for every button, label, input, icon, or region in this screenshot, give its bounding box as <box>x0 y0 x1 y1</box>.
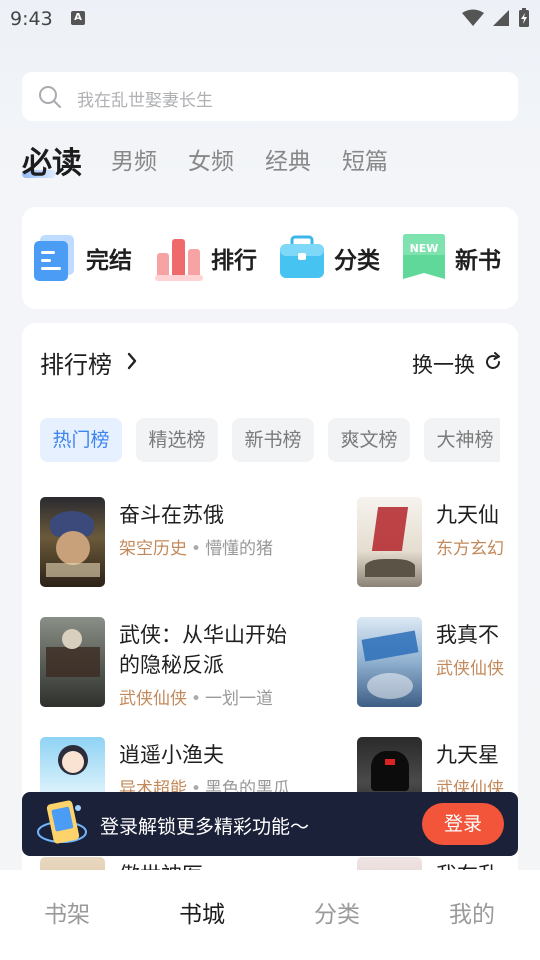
nav-category[interactable]: 分类 <box>314 895 360 929</box>
book-title-line2: 的隐秘反派 <box>119 653 224 677</box>
tab-male[interactable]: 男频 <box>111 142 157 176</box>
book-meta: 武侠仙侠 <box>436 654 504 679</box>
book-title: 逍遥小渔夫 <box>119 743 224 767</box>
refresh-icon[interactable] <box>483 352 503 372</box>
login-banner: 登录解锁更多精彩功能～ 登录 <box>22 792 518 856</box>
book-meta: 架空历史 • 懵懂的猪 <box>119 539 274 559</box>
swap-button[interactable]: 换一换 <box>412 349 475 379</box>
book-title: 九天仙 <box>436 503 499 527</box>
book-meta: 武侠仙侠 • 一划一道 <box>119 689 274 709</box>
category-icon <box>280 235 324 278</box>
book-meta: 东方玄幻 <box>436 534 504 559</box>
book-cover <box>357 497 422 587</box>
chip-hot[interactable]: 热门榜 <box>40 418 122 462</box>
book-item[interactable]: 武侠：从华山开始 的隐秘反派 武侠仙侠 • 一划一道 <box>40 617 310 709</box>
ranking-chips: 热门榜 精选榜 新书榜 爽文榜 大神榜 <box>40 418 500 462</box>
chip-new[interactable]: 新书榜 <box>232 418 314 462</box>
signal-icon <box>493 10 509 26</box>
book-item[interactable]: 九天仙 东方玄幻 <box>357 497 518 587</box>
quick-category-label: 分类 <box>334 248 380 274</box>
nav-mine[interactable]: 我的 <box>449 895 495 929</box>
quick-ranking-label: 排行 <box>211 248 257 274</box>
wifi-icon <box>462 9 484 26</box>
finished-icon <box>34 235 74 281</box>
quick-ranking[interactable]: 排行 <box>155 232 257 284</box>
battery-icon <box>519 8 529 27</box>
book-author: 懵懂的猪 <box>205 539 274 559</box>
tab-short[interactable]: 短篇 <box>342 142 388 176</box>
book-genre: 架空历史 <box>119 539 187 559</box>
login-banner-text: 登录解锁更多精彩功能～ <box>100 816 310 838</box>
quick-finished-label: 完结 <box>86 248 132 274</box>
quick-category[interactable]: 分类 <box>278 232 380 284</box>
book-cover <box>40 617 105 707</box>
book-item[interactable]: 奋斗在苏俄 架空历史 • 懵懂的猪 <box>40 497 310 587</box>
book-cover <box>40 497 105 587</box>
book-cover <box>357 617 422 707</box>
tab-classic[interactable]: 经典 <box>265 142 311 176</box>
book-author: 一划一道 <box>205 689 274 709</box>
tab-female[interactable]: 女频 <box>188 142 234 176</box>
chip-cool[interactable]: 爽文榜 <box>328 418 410 462</box>
chip-master[interactable]: 大神榜 <box>424 418 500 462</box>
book-title: 九天星 <box>436 743 499 767</box>
accessibility-a-icon: A <box>71 11 85 25</box>
book-title: 奋斗在苏俄 <box>119 503 224 527</box>
status-time: 9:43 <box>10 8 53 30</box>
quick-finished[interactable]: 完结 <box>32 232 132 284</box>
new-book-icon: NEW <box>403 234 445 279</box>
nav-bookshelf[interactable]: 书架 <box>44 895 90 929</box>
search-bar[interactable]: 我在乱世娶妻长生 <box>22 72 518 121</box>
phone-book-icon <box>37 800 87 844</box>
nav-bookstore[interactable]: 书城 <box>179 895 225 929</box>
ranking-title[interactable]: 排行榜 <box>40 345 112 380</box>
search-placeholder[interactable]: 我在乱世娶妻长生 <box>77 86 213 111</box>
ranking-icon <box>155 239 203 281</box>
chip-selected[interactable]: 精选榜 <box>136 418 218 462</box>
book-genre: 武侠仙侠 <box>436 659 504 679</box>
search-icon <box>39 86 61 108</box>
status-bar: 9:43 A <box>0 0 540 36</box>
tab-bidu[interactable]: 必读 <box>22 138 82 182</box>
quick-new-book-label: 新书 <box>455 248 501 274</box>
book-genre: 武侠仙侠 <box>119 689 187 709</box>
chevron-right-icon[interactable] <box>126 351 138 371</box>
bottom-nav: 书架 书城 分类 我的 <box>0 870 540 960</box>
quick-entries: 完结 排行 分类 NEW 新书 <box>22 207 518 309</box>
quick-new-book[interactable]: NEW 新书 <box>401 232 501 284</box>
login-button[interactable]: 登录 <box>422 803 504 845</box>
svg-text:NEW: NEW <box>410 242 439 255</box>
book-item[interactable]: 我真不 武侠仙侠 <box>357 617 518 707</box>
book-title: 武侠：从华山开始 <box>119 623 287 647</box>
book-genre: 东方玄幻 <box>436 539 504 559</box>
book-title: 我真不 <box>436 623 499 647</box>
